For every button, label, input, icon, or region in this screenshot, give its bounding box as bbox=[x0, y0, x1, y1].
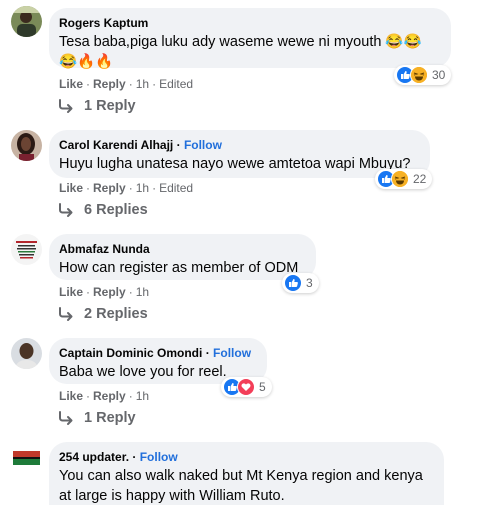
follow-button[interactable]: Follow bbox=[140, 450, 178, 464]
reply-link[interactable]: Reply bbox=[93, 181, 126, 195]
timestamp[interactable]: 1h bbox=[136, 181, 149, 195]
haha-icon bbox=[391, 170, 409, 188]
reaction-summary[interactable]: 30 bbox=[394, 65, 452, 85]
comment-text: at large is happy with William Ruto. bbox=[59, 488, 285, 504]
reply-arrow-icon bbox=[59, 411, 73, 425]
comment-bubble: Abmafaz Nunda How can register as member… bbox=[49, 234, 316, 280]
comment-text: Tesa baba,piga luku ady waseme wewe ni m… bbox=[59, 34, 422, 50]
reply-arrow-icon bbox=[59, 99, 73, 113]
comment-author[interactable]: Abmafaz Nunda bbox=[59, 241, 304, 257]
comment-actions: Like · Reply · 1h bbox=[59, 389, 150, 403]
comment-text: 😂🔥🔥 bbox=[59, 54, 114, 70]
reply-link[interactable]: Reply bbox=[93, 77, 126, 91]
heart-icon bbox=[237, 378, 255, 396]
reaction-summary[interactable]: 5 bbox=[221, 377, 272, 397]
haha-icon bbox=[410, 66, 428, 84]
comment-author[interactable]: Rogers Kaptum bbox=[59, 15, 439, 31]
view-replies-button[interactable]: 2 Replies bbox=[58, 306, 148, 322]
avatar[interactable] bbox=[11, 6, 42, 37]
comment-bubble: Carol Karendi Alhajj · Follow Huyu lugha… bbox=[49, 130, 430, 178]
comment-author[interactable]: Captain Dominic Omondi · Follow bbox=[59, 345, 255, 361]
comment-bubble: Rogers Kaptum Tesa baba,piga luku ady wa… bbox=[49, 8, 451, 70]
view-replies-button[interactable]: 6 Replies bbox=[58, 202, 148, 218]
like-link[interactable]: Like bbox=[59, 285, 83, 299]
like-link[interactable]: Like bbox=[59, 77, 83, 91]
reply-link[interactable]: Reply bbox=[93, 285, 126, 299]
reaction-count: 3 bbox=[306, 276, 313, 290]
avatar[interactable] bbox=[11, 234, 42, 265]
replies-count: 6 Replies bbox=[84, 202, 148, 218]
replies-count: 1 Reply bbox=[84, 410, 136, 426]
edited-label[interactable]: Edited bbox=[159, 77, 193, 91]
view-replies-button[interactable]: 1 Reply bbox=[58, 98, 136, 114]
comment-bubble: 254 updater. · Follow You can also walk … bbox=[49, 442, 444, 505]
like-icon bbox=[284, 274, 302, 292]
comment-text: Huyu lugha unatesa nayo wewe amtetoa wap… bbox=[59, 156, 411, 172]
view-replies-button[interactable]: 1 Reply bbox=[58, 410, 136, 426]
avatar[interactable] bbox=[11, 442, 42, 473]
reaction-summary[interactable]: 3 bbox=[282, 273, 319, 293]
replies-count: 1 Reply bbox=[84, 98, 136, 114]
avatar[interactable] bbox=[11, 130, 42, 161]
reaction-count: 22 bbox=[413, 172, 427, 186]
like-link[interactable]: Like bbox=[59, 181, 83, 195]
follow-button[interactable]: Follow bbox=[184, 138, 222, 152]
reply-link[interactable]: Reply bbox=[93, 389, 126, 403]
follow-button[interactable]: Follow bbox=[213, 346, 251, 360]
comment-text: You can also walk naked but Mt Kenya reg… bbox=[59, 468, 423, 484]
comment-actions: Like · Reply · 1h · Edited bbox=[59, 77, 194, 91]
comment-author[interactable]: 254 updater. · Follow bbox=[59, 449, 432, 465]
reaction-count: 5 bbox=[259, 380, 266, 394]
comment-actions: Like · Reply · 1h · Edited bbox=[59, 181, 194, 195]
timestamp[interactable]: 1h bbox=[136, 77, 149, 91]
timestamp[interactable]: 1h bbox=[136, 285, 149, 299]
reaction-count: 30 bbox=[432, 68, 446, 82]
reply-arrow-icon bbox=[59, 307, 73, 321]
comment-actions: Like · Reply · 1h bbox=[59, 285, 150, 299]
reply-arrow-icon bbox=[59, 203, 73, 217]
comment-author[interactable]: Carol Karendi Alhajj · Follow bbox=[59, 137, 418, 153]
like-link[interactable]: Like bbox=[59, 389, 83, 403]
reaction-summary[interactable]: 22 bbox=[375, 169, 433, 189]
avatar[interactable] bbox=[11, 338, 42, 369]
replies-count: 2 Replies bbox=[84, 306, 148, 322]
comment-text: How can register as member of ODM bbox=[59, 260, 299, 276]
timestamp[interactable]: 1h bbox=[136, 389, 149, 403]
edited-label[interactable]: Edited bbox=[159, 181, 193, 195]
